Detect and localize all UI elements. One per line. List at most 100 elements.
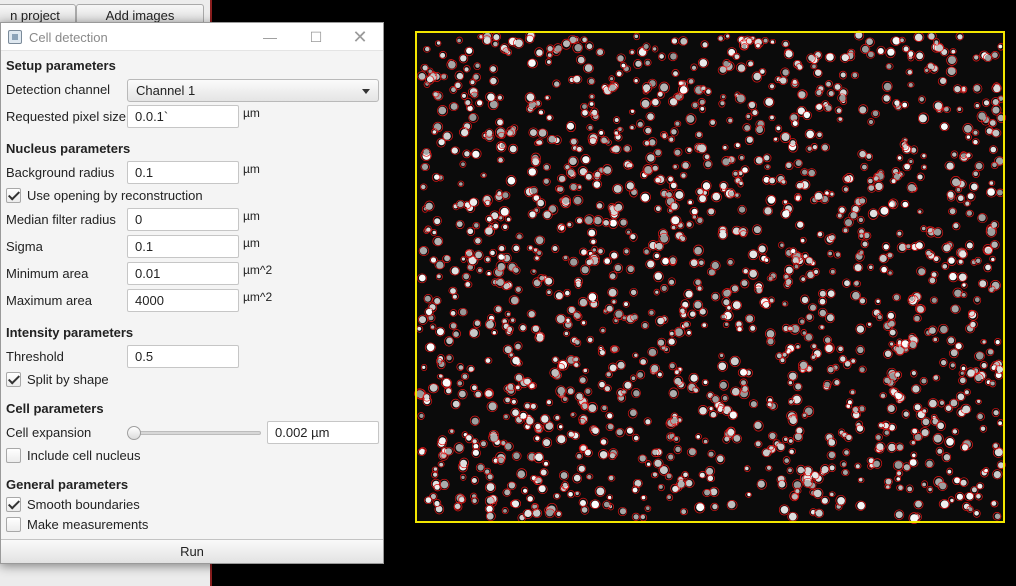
split-by-shape-box[interactable] <box>6 372 21 387</box>
cell-expansion-input[interactable] <box>267 421 379 444</box>
cell-nucleus <box>671 225 676 230</box>
include-cell-nucleus-checkbox[interactable]: Include cell nucleus <box>6 448 140 463</box>
opening-reconstruction-box[interactable] <box>6 188 21 203</box>
cell-nucleus <box>859 150 866 158</box>
cell-nucleus <box>526 35 534 43</box>
minimize-icon[interactable]: — <box>247 23 293 51</box>
cell-nucleus <box>961 153 966 158</box>
cell-nucleus <box>783 302 787 306</box>
cell-nucleus <box>497 263 505 271</box>
dialog-titlebar[interactable]: Cell detection — ☐ ✕ <box>1 23 383 51</box>
cell-nucleus <box>889 329 896 336</box>
cell-nucleus <box>820 325 824 329</box>
cell-nucleus <box>437 359 441 363</box>
cell-nucleus <box>928 487 932 492</box>
cell-nucleus <box>555 415 560 420</box>
cell-nucleus <box>670 53 677 60</box>
minimum-area-input[interactable] <box>127 262 239 285</box>
smooth-boundaries-box[interactable] <box>6 497 21 512</box>
cell-nucleus <box>859 406 865 412</box>
cell-nucleus <box>967 193 974 200</box>
cell-nucleus <box>622 390 626 394</box>
cell-nucleus <box>630 234 636 240</box>
cell-nucleus <box>660 83 669 92</box>
cell-nucleus <box>720 353 724 358</box>
cell-nucleus <box>710 411 717 418</box>
cell-nucleus <box>682 162 689 169</box>
cell-nucleus <box>792 79 797 84</box>
cell-nucleus <box>876 299 880 303</box>
cell-nucleus <box>543 178 549 184</box>
cell-nucleus <box>687 147 692 153</box>
cell-nucleus <box>922 418 930 426</box>
cell-nucleus <box>812 471 819 479</box>
cell-nucleus <box>810 304 816 311</box>
cell-nucleus <box>917 306 924 313</box>
cell-nucleus <box>613 185 622 193</box>
split-by-shape-checkbox[interactable]: Split by shape <box>6 372 109 387</box>
cell-nucleus <box>780 77 787 84</box>
opening-reconstruction-checkbox[interactable]: Use opening by reconstruction <box>6 188 203 203</box>
cell-nucleus <box>670 433 675 438</box>
cell-nucleus <box>837 497 845 505</box>
cell-nucleus <box>574 357 579 362</box>
cell-nucleus <box>487 271 491 276</box>
cell-nucleus <box>461 162 465 167</box>
maximum-area-label: Maximum area <box>6 293 92 308</box>
make-measurements-box[interactable] <box>6 517 21 532</box>
pixel-size-input[interactable] <box>127 105 239 128</box>
cell-nucleus <box>769 432 776 440</box>
cell-nucleus <box>869 209 878 218</box>
cell-nucleus <box>843 187 849 192</box>
cell-nucleus <box>855 464 860 469</box>
minimum-area-label: Minimum area <box>6 266 89 281</box>
maximize-icon[interactable]: ☐ <box>293 23 339 51</box>
cell-nucleus <box>950 363 955 368</box>
cell-nucleus <box>464 151 470 157</box>
cell-nucleus <box>914 404 921 411</box>
cell-nucleus <box>742 44 747 49</box>
cell-nucleus <box>918 210 922 214</box>
cell-nucleus <box>528 168 536 176</box>
cell-nucleus <box>487 93 495 101</box>
smooth-boundaries-checkbox[interactable]: Smooth boundaries <box>6 497 140 512</box>
cell-nucleus <box>446 337 453 345</box>
cell-nucleus <box>570 138 577 145</box>
cell-nucleus <box>687 330 691 335</box>
median-filter-input[interactable] <box>127 208 239 231</box>
run-button[interactable]: Run <box>1 539 383 563</box>
detection-channel-select[interactable]: Channel 1 <box>127 79 379 102</box>
make-measurements-checkbox[interactable]: Make measurements <box>6 517 148 532</box>
cell-nucleus <box>720 182 727 190</box>
include-cell-nucleus-box[interactable] <box>6 448 21 463</box>
cell-nucleus <box>640 359 646 365</box>
cell-nucleus <box>461 257 465 261</box>
cell-nucleus <box>796 427 803 434</box>
background-radius-input[interactable] <box>127 161 239 184</box>
cell-nucleus <box>515 343 521 350</box>
cell-nucleus <box>710 120 716 125</box>
close-icon[interactable]: ✕ <box>337 23 383 51</box>
cell-nucleus <box>458 365 464 370</box>
cell-nucleus <box>816 90 822 96</box>
cell-nucleus <box>670 257 676 264</box>
cell-expansion-slider-thumb[interactable] <box>127 426 141 440</box>
cell-nucleus <box>485 390 492 397</box>
cell-nucleus <box>812 64 816 69</box>
maximum-area-input[interactable] <box>127 289 239 312</box>
cell-nucleus <box>512 409 519 417</box>
sigma-input[interactable] <box>127 235 239 258</box>
cell-nucleus <box>733 171 738 176</box>
cell-nucleus <box>824 337 831 343</box>
cell-nucleus <box>800 361 808 369</box>
cell-nucleus <box>526 93 535 102</box>
detection-channel-value: Channel 1 <box>136 83 196 98</box>
cell-nucleus <box>699 407 707 415</box>
cell-nucleus <box>961 293 966 297</box>
cell-expansion-slider[interactable] <box>133 431 261 435</box>
cell-nucleus <box>688 448 696 456</box>
chevron-down-icon <box>362 89 370 94</box>
cell-nucleus <box>655 290 659 294</box>
threshold-input[interactable] <box>127 345 239 368</box>
cell-nucleus <box>718 362 727 371</box>
